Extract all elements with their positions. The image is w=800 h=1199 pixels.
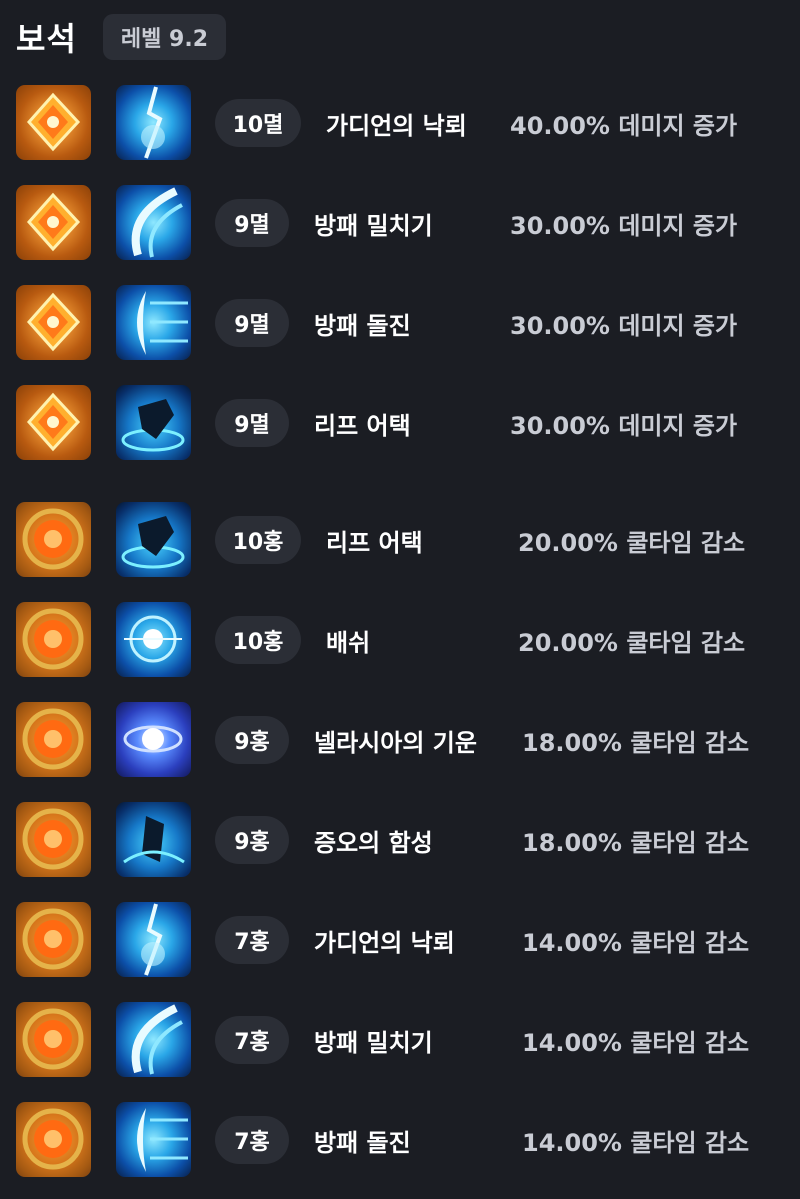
lightning-skill-icon — [116, 902, 191, 977]
gem-tier-badge: 9홍 — [215, 716, 289, 764]
gem-tier-badge: 9멸 — [215, 399, 289, 447]
gem-tier-badge: 7홍 — [215, 1016, 289, 1064]
hong-gem-icon — [16, 802, 91, 877]
hong-gem-icon — [16, 1102, 91, 1177]
gem-row[interactable]: 9홍 넬라시아의 기운 18.00% 쿨타임 감소 — [0, 702, 800, 778]
gem-row[interactable]: 9멸 방패 밀치기 30.00% 데미지 증가 — [0, 185, 800, 261]
myeol-gem-icon — [16, 185, 91, 260]
gem-effect: 14.00% 쿨타임 감소 — [522, 1128, 750, 1157]
gem-effect: 40.00% 데미지 증가 — [510, 111, 738, 140]
gem-row[interactable]: 9홍 증오의 함성 18.00% 쿨타임 감소 — [0, 802, 800, 878]
myeol-gem-icon — [16, 85, 91, 160]
gem-effect: 20.00% 쿨타임 감소 — [518, 628, 746, 657]
gem-row[interactable]: 9멸 방패 돌진 30.00% 데미지 증가 — [0, 285, 800, 361]
gem-row[interactable]: 10홍 배쉬 20.00% 쿨타임 감소 — [0, 602, 800, 678]
skill-name: 방패 밀치기 — [314, 1028, 433, 1057]
gem-tier-badge: 10멸 — [215, 99, 301, 147]
skill-name: 넬라시아의 기운 — [314, 728, 477, 757]
shield-charge-skill-icon — [116, 285, 191, 360]
shield-charge-skill-icon — [116, 1102, 191, 1177]
gem-effect: 18.00% 쿨타임 감소 — [522, 728, 750, 757]
page-title: 보석 — [16, 20, 77, 58]
skill-name: 증오의 함성 — [314, 828, 433, 857]
roar-skill-icon — [116, 802, 191, 877]
skill-name: 방패 돌진 — [314, 1128, 411, 1157]
gem-tier-badge: 7홍 — [215, 916, 289, 964]
level-badge: 레벨 9.2 — [102, 14, 227, 60]
nellasia-skill-icon — [116, 702, 191, 777]
gem-tier-badge: 9멸 — [215, 199, 289, 247]
gem-tier-badge: 9홍 — [215, 816, 289, 864]
hong-gem-icon — [16, 1002, 91, 1077]
gem-tier-badge: 10홍 — [215, 616, 301, 664]
gem-row[interactable]: 7홍 가디언의 낙뢰 14.00% 쿨타임 감소 — [0, 902, 800, 978]
hong-gem-icon — [16, 502, 91, 577]
skill-name: 가디언의 낙뢰 — [326, 111, 467, 140]
skill-name: 가디언의 낙뢰 — [314, 928, 455, 957]
bash-skill-icon — [116, 602, 191, 677]
hong-gem-icon — [16, 602, 91, 677]
gem-effect: 30.00% 데미지 증가 — [510, 311, 738, 340]
gem-row[interactable]: 10멸 가디언의 낙뢰 40.00% 데미지 증가 — [0, 85, 800, 161]
gems-header: 보석 레벨 9.2 — [16, 14, 227, 60]
skill-name: 방패 돌진 — [314, 311, 411, 340]
lightning-skill-icon — [116, 85, 191, 160]
gem-row[interactable]: 7홍 방패 밀치기 14.00% 쿨타임 감소 — [0, 1002, 800, 1078]
gem-tier-badge: 10홍 — [215, 516, 301, 564]
hong-gem-icon — [16, 902, 91, 977]
gem-effect: 30.00% 데미지 증가 — [510, 411, 738, 440]
skill-name: 방패 밀치기 — [314, 211, 433, 240]
leap-attack-skill-icon — [116, 502, 191, 577]
gem-tier-badge: 9멸 — [215, 299, 289, 347]
gem-effect: 30.00% 데미지 증가 — [510, 211, 738, 240]
gem-effect: 14.00% 쿨타임 감소 — [522, 928, 750, 957]
myeol-gem-icon — [16, 285, 91, 360]
gem-row[interactable]: 7홍 방패 돌진 14.00% 쿨타임 감소 — [0, 1102, 800, 1178]
gem-effect: 20.00% 쿨타임 감소 — [518, 528, 746, 557]
skill-name: 배쉬 — [326, 628, 371, 657]
skill-name: 리프 어택 — [326, 528, 423, 557]
gem-effect: 18.00% 쿨타임 감소 — [522, 828, 750, 857]
shield-push-skill-icon — [116, 1002, 191, 1077]
gem-row[interactable]: 10홍 리프 어택 20.00% 쿨타임 감소 — [0, 502, 800, 578]
myeol-gem-icon — [16, 385, 91, 460]
gem-tier-badge: 7홍 — [215, 1116, 289, 1164]
gem-row[interactable]: 9멸 리프 어택 30.00% 데미지 증가 — [0, 385, 800, 461]
skill-name: 리프 어택 — [314, 411, 411, 440]
gem-effect: 14.00% 쿨타임 감소 — [522, 1028, 750, 1057]
leap-attack-skill-icon — [116, 385, 191, 460]
hong-gem-icon — [16, 702, 91, 777]
shield-push-skill-icon — [116, 185, 191, 260]
